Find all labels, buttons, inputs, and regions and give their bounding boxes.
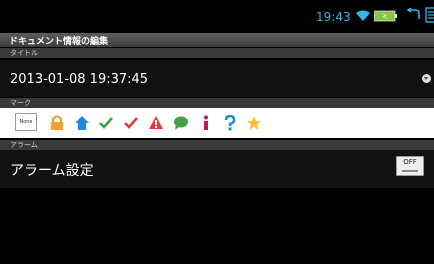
- wifi-icon: [356, 10, 370, 21]
- title-section-label: タイトル: [10, 49, 38, 57]
- dropdown-icon[interactable]: [422, 74, 431, 83]
- check-green-icon[interactable]: [98, 115, 114, 131]
- menu-icon[interactable]: [425, 7, 434, 23]
- status-time: 19:43: [316, 10, 351, 24]
- home-icon[interactable]: [74, 115, 90, 131]
- screen-title-bar: ドキュメント情報の編集: [0, 33, 434, 47]
- alarm-toggle-label: OFF: [403, 158, 417, 166]
- lock-icon[interactable]: [49, 115, 65, 131]
- screen-title: ドキュメント情報の編集: [9, 37, 109, 47]
- title-row[interactable]: 2013-01-08 19:37:45: [0, 60, 434, 97]
- warning-icon[interactable]: [148, 115, 164, 131]
- toggle-indicator: [402, 170, 418, 172]
- question-icon[interactable]: [222, 115, 238, 131]
- mark-section-header: マーク: [0, 98, 434, 108]
- speech-bubble-icon[interactable]: [173, 115, 189, 131]
- alarm-toggle-button[interactable]: OFF: [396, 156, 424, 176]
- alarm-row: アラーム設定: [0, 150, 434, 188]
- mark-section-label: マーク: [10, 99, 31, 107]
- title-value: 2013-01-08 19:37:45: [10, 72, 149, 87]
- title-section-header: タイトル: [0, 48, 434, 58]
- mark-selector: None: [0, 108, 434, 138]
- alarm-section-label: アラーム: [10, 141, 38, 149]
- battery-icon: [374, 10, 397, 22]
- alarm-setting-label: アラーム設定: [10, 163, 94, 179]
- back-icon[interactable]: [405, 8, 421, 22]
- star-icon[interactable]: [246, 115, 262, 131]
- check-red-icon[interactable]: [123, 115, 139, 131]
- none-label: None: [19, 119, 33, 125]
- info-icon[interactable]: [198, 115, 214, 131]
- alarm-section-header: アラーム: [0, 140, 434, 150]
- status-bar: 19:43: [0, 0, 434, 32]
- mark-none-option[interactable]: None: [15, 113, 37, 131]
